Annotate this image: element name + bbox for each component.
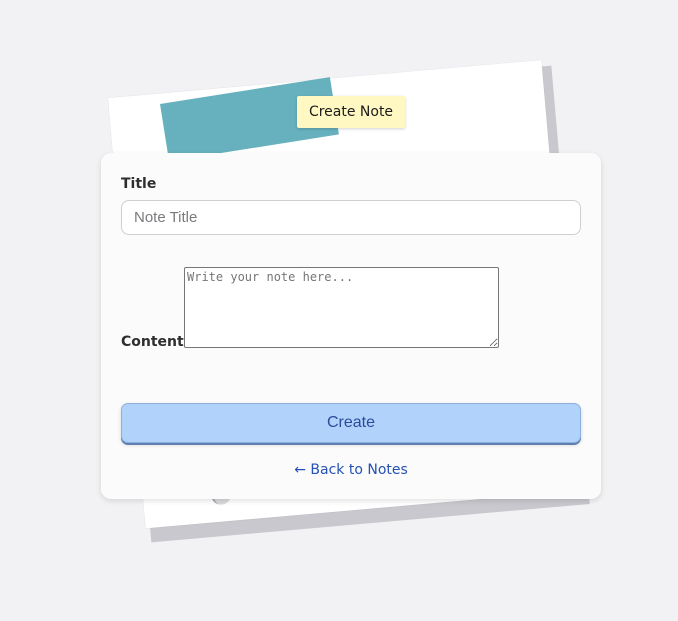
- content-label: Content: [121, 334, 184, 350]
- create-note-form: Title Content Create ← Back to Notes: [101, 153, 601, 499]
- content-textarea[interactable]: [184, 267, 499, 348]
- title-label: Title: [121, 176, 157, 192]
- back-to-notes-link[interactable]: ← Back to Notes: [101, 462, 601, 478]
- title-input[interactable]: [121, 200, 581, 235]
- page-title: Create Note: [308, 104, 394, 120]
- page-title-badge: Create Note: [297, 96, 405, 128]
- page-stage: Create Note Title Content Create ← Back …: [0, 0, 678, 621]
- create-button[interactable]: Create: [121, 403, 581, 443]
